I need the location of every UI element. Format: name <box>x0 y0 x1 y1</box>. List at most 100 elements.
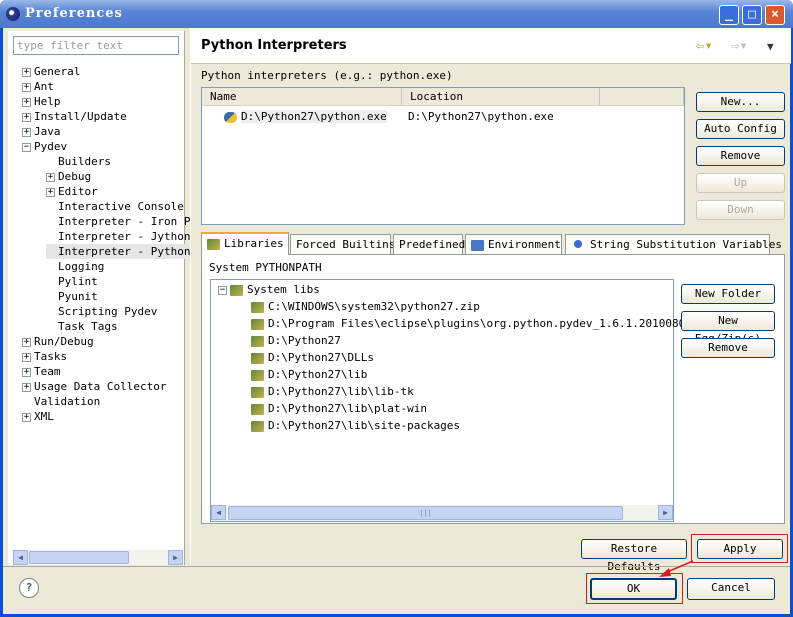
expand-icon[interactable]: + <box>22 82 31 92</box>
tree-item[interactable]: Validation <box>22 394 100 409</box>
view-menu-icon[interactable]: ▼ <box>767 40 774 53</box>
library-path: D:\Python27\lib\lib-tk <box>268 385 414 398</box>
scroll-right-icon[interactable]: ▶ <box>658 505 673 520</box>
tree-item-label: XML <box>34 410 54 423</box>
forward-icon[interactable]: ⇨▾ <box>731 38 748 54</box>
help-icon[interactable]: ? <box>19 578 39 598</box>
library-path-item[interactable]: D:\Python27\lib\plat-win <box>251 401 427 416</box>
tree-item-label: Interpreter - Jython <box>58 230 191 243</box>
tree-item[interactable]: Interactive Console <box>46 199 184 214</box>
tab-label: Forced Builtins <box>296 238 396 251</box>
tree-item-label: Validation <box>34 395 101 408</box>
tree-item[interactable]: + Tasks <box>22 349 67 364</box>
library-path: D:\Program Files\eclipse\plugins\org.pyt… <box>268 317 712 330</box>
tree-item[interactable]: + Debug <box>46 169 91 184</box>
library-path-item[interactable]: D:\Python27 <box>251 333 341 348</box>
minimize-button[interactable]: _ <box>719 5 739 25</box>
tab-libraries[interactable]: Libraries <box>201 232 289 255</box>
tree-item[interactable]: Builders <box>46 154 111 169</box>
library-path-item[interactable]: D:\Program Files\eclipse\plugins\org.pyt… <box>251 316 712 331</box>
new-egg-zip-button[interactable]: New Egg/Zip(s) <box>681 311 775 345</box>
scroll-thumb[interactable] <box>29 551 129 564</box>
tab-environment[interactable]: Environment <box>465 234 562 254</box>
expand-icon[interactable]: + <box>22 337 31 347</box>
expand-icon[interactable]: + <box>46 172 55 182</box>
preference-page: Python Interpreters ⇦▾ ⇨▾ ▼ Python inter… <box>190 28 791 573</box>
library-path-item[interactable]: D:\Python27\DLLs <box>251 350 374 365</box>
remove-lib-button[interactable]: Remove <box>681 338 775 358</box>
expand-icon[interactable]: + <box>22 382 31 392</box>
scroll-left-icon[interactable]: ◀ <box>211 505 226 520</box>
library-icon <box>251 420 264 432</box>
up-button[interactable]: Up <box>696 173 785 193</box>
collapse-icon[interactable]: − <box>218 285 227 295</box>
expand-icon[interactable]: + <box>22 352 31 362</box>
library-path-item[interactable]: D:\Python27\lib\lib-tk <box>251 384 414 399</box>
column-name[interactable]: Name <box>202 88 402 106</box>
collapse-icon[interactable]: − <box>22 142 31 152</box>
library-path-item[interactable]: D:\Python27\lib <box>251 367 367 382</box>
tree-item-label: Task Tags <box>58 320 118 333</box>
tree-item[interactable]: Scripting Pydev <box>46 304 157 319</box>
library-path: D:\Python27\lib <box>268 368 368 381</box>
tab-predefined[interactable]: Predefined <box>393 234 465 254</box>
tab-forced-builtins[interactable]: Forced Builtins <box>290 234 395 254</box>
scroll-right-icon[interactable]: ▶ <box>168 550 183 565</box>
library-path-item[interactable]: D:\Python27\lib\site-packages <box>251 418 460 433</box>
expand-icon[interactable]: + <box>22 412 31 422</box>
tree-item[interactable]: Interpreter - Python <box>46 244 191 259</box>
library-icon <box>251 335 264 347</box>
expand-icon[interactable]: + <box>46 187 55 197</box>
expand-icon[interactable]: + <box>22 67 31 77</box>
library-path-item[interactable]: C:\WINDOWS\system32\python27.zip <box>251 299 480 314</box>
tab-string-substitution[interactable]: String Substitution Variables <box>565 234 782 254</box>
tree-item[interactable]: + Editor <box>46 184 98 199</box>
system-libs-node[interactable]: − System libs <box>218 282 320 297</box>
tree-item[interactable]: + Run/Debug <box>22 334 94 349</box>
tree-item[interactable]: + Help <box>22 94 61 109</box>
expand-icon[interactable]: + <box>22 367 31 377</box>
auto-config-button[interactable]: Auto Config <box>696 119 785 139</box>
expand-icon[interactable]: + <box>22 97 31 107</box>
tree-item[interactable]: Pylint <box>46 274 98 289</box>
tree-item[interactable]: + XML <box>22 409 54 424</box>
tree-item[interactable]: + Install/Update <box>22 109 127 124</box>
tab-label: Environment <box>488 238 561 251</box>
expand-icon[interactable]: + <box>22 127 31 137</box>
environment-icon <box>471 239 484 251</box>
nav-horizontal-scrollbar[interactable]: ◀ ▶ <box>13 550 183 565</box>
title-bar[interactable]: Preferences _ □ × <box>0 0 793 28</box>
tree-item[interactable]: + Usage Data Collector <box>22 379 166 394</box>
table-row[interactable]: D:\Python27\python.exe D:\Python27\pytho… <box>224 109 554 124</box>
tree-item[interactable]: Interpreter - Iron Py <box>46 214 197 229</box>
tree-item[interactable]: Task Tags <box>46 319 118 334</box>
maximize-button[interactable]: □ <box>742 5 762 25</box>
tree-item-label: Debug <box>58 170 92 183</box>
scroll-left-icon[interactable]: ◀ <box>13 550 28 565</box>
scroll-thumb[interactable]: ||| <box>228 506 623 520</box>
tree-item-label: Usage Data Collector <box>34 380 167 393</box>
back-icon[interactable]: ⇦▾ <box>696 38 713 54</box>
eclipse-icon <box>6 7 20 21</box>
variables-icon <box>574 240 582 248</box>
filter-input[interactable]: type filter text <box>13 36 179 55</box>
column-filler <box>600 88 684 106</box>
tree-item[interactable]: + Ant <box>22 79 54 94</box>
column-location[interactable]: Location <box>402 88 600 106</box>
expand-icon[interactable]: + <box>22 112 31 122</box>
cancel-button[interactable]: Cancel <box>687 578 775 600</box>
tree-item[interactable]: + General <box>22 64 80 79</box>
restore-defaults-button[interactable]: Restore Defaults <box>581 539 687 573</box>
tree-item[interactable]: − Pydev <box>22 139 67 154</box>
tree-item[interactable]: Logging <box>46 259 104 274</box>
close-button[interactable]: × <box>765 5 785 25</box>
down-button[interactable]: Down <box>696 200 785 220</box>
tree-item[interactable]: Pyunit <box>46 289 98 304</box>
new-interpreter-button[interactable]: New... <box>696 92 785 112</box>
tree-item[interactable]: + Java <box>22 124 61 139</box>
remove-interpreter-button[interactable]: Remove <box>696 146 785 166</box>
tree-item[interactable]: + Team <box>22 364 61 379</box>
tree-item[interactable]: Interpreter - Jython <box>46 229 190 244</box>
pythonpath-horizontal-scrollbar[interactable]: ◀ ||| ▶ <box>211 505 673 521</box>
new-folder-button[interactable]: New Folder <box>681 284 775 304</box>
